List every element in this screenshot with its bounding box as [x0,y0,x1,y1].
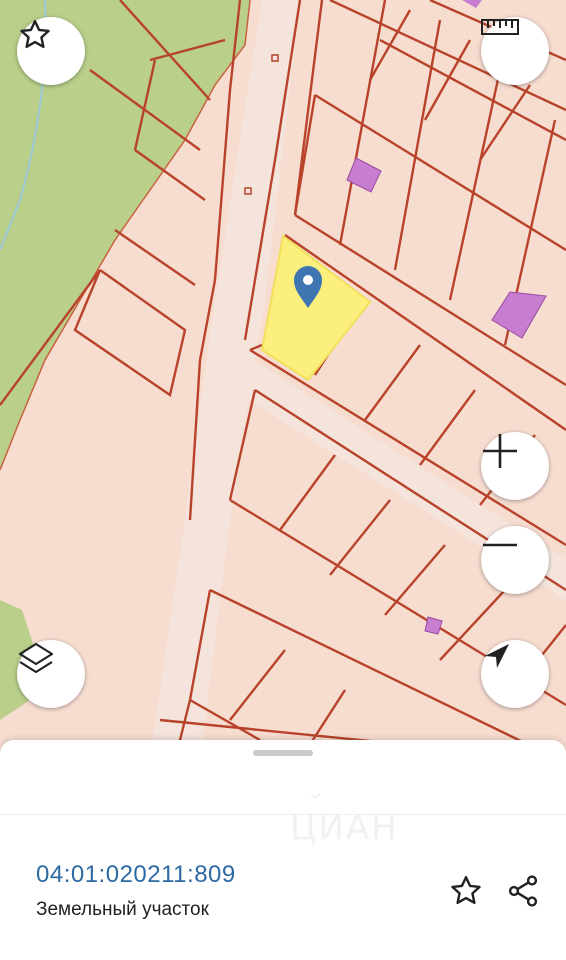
minus-icon [483,543,517,547]
watermark-mark: ⌄ [306,780,325,805]
locate-button[interactable] [481,640,549,708]
building [424,616,443,635]
object-type-label: Земельный участок [36,899,209,920]
building [462,0,482,8]
sheet-divider [0,814,566,815]
share-icon [508,875,538,907]
ruler-icon [481,19,519,35]
share-button[interactable] [503,871,543,911]
layers-button[interactable] [17,640,85,708]
cadastral-number[interactable]: 04:01:020211:809 [36,861,236,889]
object-info-sheet: ⌄ ЦИАН 04:01:020211:809 Земельный участо… [0,740,566,960]
zoom-in-button[interactable] [481,432,549,500]
zoom-out-button[interactable] [481,526,549,594]
building [346,157,382,193]
star-outline-icon [20,20,50,49]
favorite-object-button[interactable] [446,871,486,911]
building [491,291,547,339]
navigation-arrow-icon [485,644,509,668]
map-view[interactable] [0,0,566,760]
layers-icon [18,642,54,674]
ruler-button[interactable] [481,17,549,85]
plus-icon [483,434,517,468]
favorite-map-button[interactable] [17,17,85,85]
star-outline-icon [451,876,481,905]
sheet-drag-handle[interactable] [253,750,313,756]
